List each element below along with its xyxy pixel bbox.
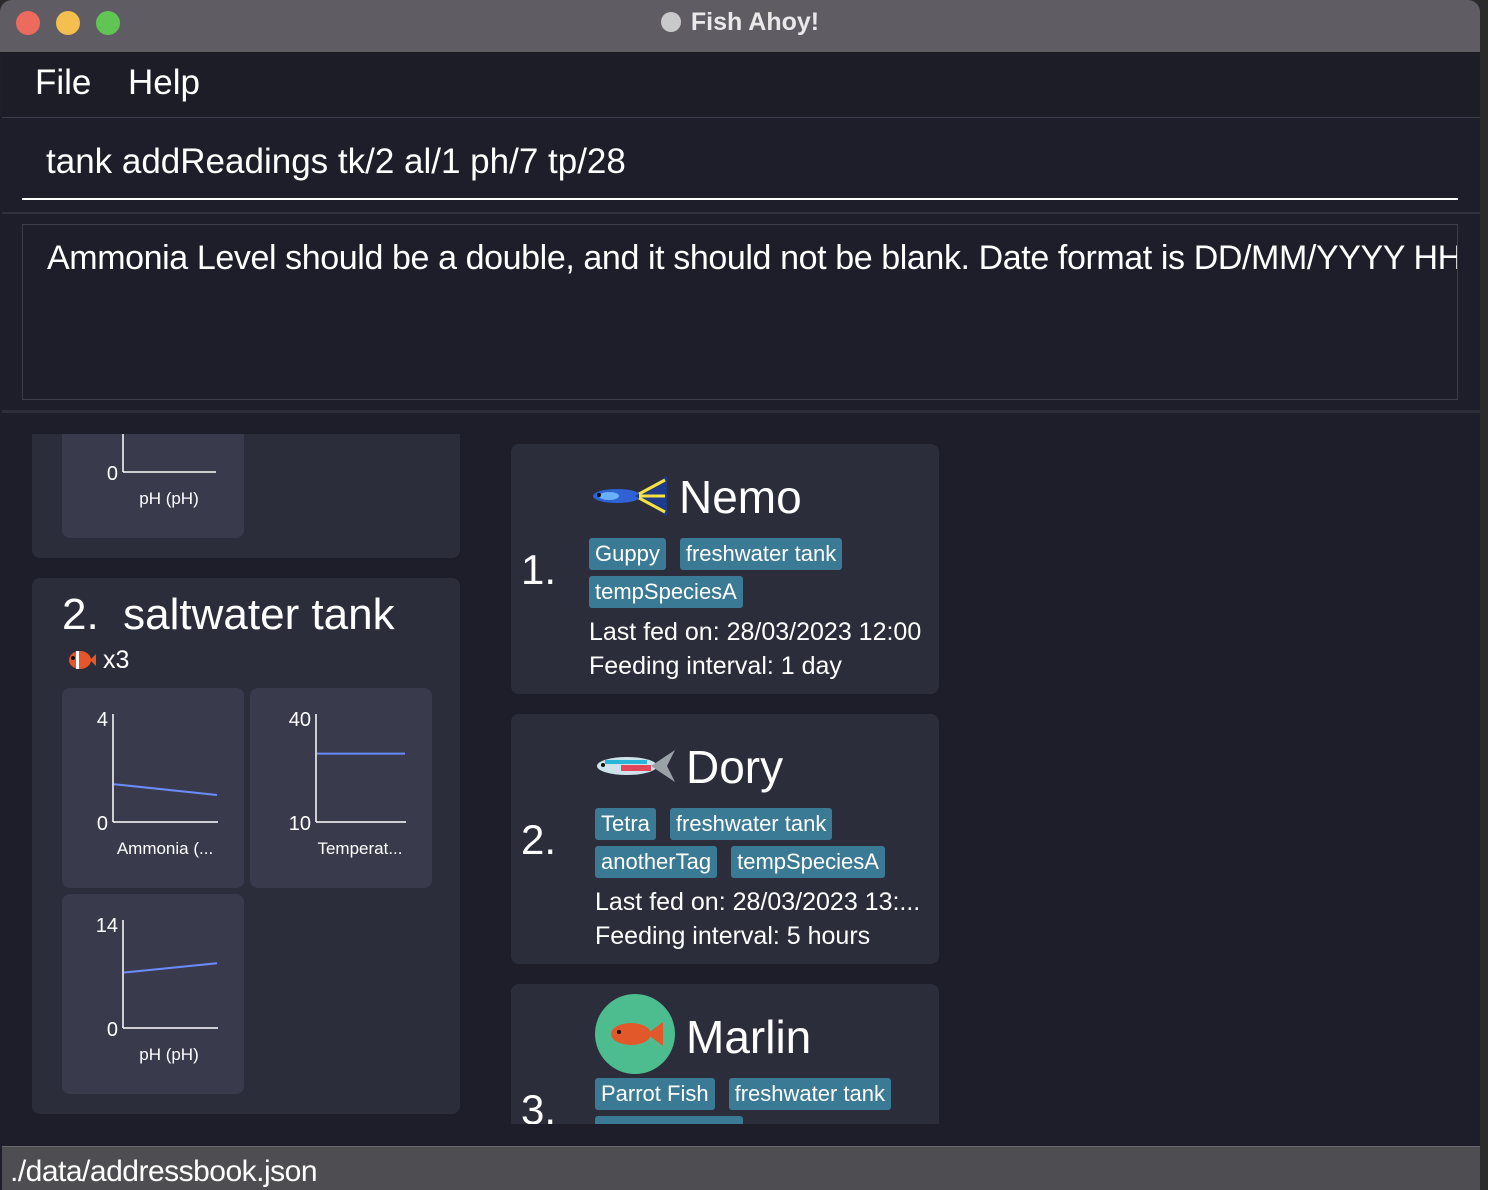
status-bar: ./data/addressbook.json bbox=[2, 1146, 1480, 1190]
tag-row: Parrot Fish freshwater tank bbox=[595, 1078, 891, 1110]
result-message: Ammonia Level should be a double, and it… bbox=[47, 239, 1458, 277]
chart-label: Ammonia (... bbox=[117, 839, 213, 858]
ph-chart: 14 0 pH (pH) bbox=[96, 915, 218, 1064]
y-tick-max: 4 bbox=[97, 709, 108, 731]
fish-index: 3. bbox=[521, 1086, 557, 1124]
fish-card[interactable]: 2. Dory Tetra freshwater tank anotherTag… bbox=[511, 714, 939, 964]
last-fed-text: Last fed on: 28/03/2023 12:00 bbox=[589, 618, 922, 646]
chart-label: pH (pH) bbox=[139, 1045, 199, 1064]
y-tick-min: 0 bbox=[97, 813, 108, 835]
divider bbox=[2, 212, 1480, 214]
y-tick-max: 40 bbox=[289, 709, 311, 731]
app-window: Fish Ahoy! File Help tank addReadings tk… bbox=[0, 0, 1480, 1190]
feeding-interval-text: Feeding interval: 5 hours bbox=[595, 922, 871, 950]
y-tick-min: 0 bbox=[107, 463, 118, 485]
title-bar: Fish Ahoy! bbox=[0, 0, 1480, 53]
tag bbox=[595, 1116, 743, 1124]
tank-index: 2. bbox=[62, 590, 99, 639]
series-line bbox=[113, 783, 218, 796]
command-input[interactable]: tank addReadings tk/2 al/1 ph/7 tp/28 bbox=[22, 118, 1458, 200]
ph-chart: 0 pH (pH) bbox=[107, 434, 216, 508]
tag: tempSpeciesA bbox=[589, 576, 743, 608]
fish-name: Marlin bbox=[686, 1011, 812, 1063]
y-tick-max: 14 bbox=[96, 915, 118, 937]
tank-card[interactable]: 0 pH (pH) bbox=[32, 434, 460, 558]
parrot-fish-icon bbox=[595, 994, 675, 1074]
window-title: Fish Ahoy! bbox=[0, 8, 1480, 37]
fish-card[interactable]: 1. Nemo Guppy freshwater tank tempSpecie… bbox=[511, 444, 939, 694]
tag-row: tempSpeciesA bbox=[589, 576, 743, 608]
y-tick-min: 0 bbox=[107, 1019, 118, 1041]
tank-name: saltwater tank bbox=[123, 590, 395, 639]
tank-card[interactable]: 2. saltwater tank x3 4 0 Ammonia (... 40… bbox=[32, 578, 460, 1114]
app-icon bbox=[660, 12, 681, 32]
command-input-text: tank addReadings tk/2 al/1 ph/7 tp/28 bbox=[46, 142, 626, 181]
clownfish-icon bbox=[69, 651, 96, 669]
y-tick-min: 10 bbox=[289, 813, 311, 835]
temperature-chart-card: 40 10 Temperat... bbox=[250, 688, 432, 888]
ph-chart-card: 0 pH (pH) bbox=[62, 434, 244, 538]
background-window-edge bbox=[1480, 0, 1488, 1190]
data-file-path: ./data/addressbook.json bbox=[10, 1155, 318, 1188]
fish-index: 1. bbox=[521, 546, 557, 593]
fish-count: x3 bbox=[66, 646, 129, 675]
tank-tag: freshwater tank bbox=[679, 538, 843, 570]
temperature-chart: 40 10 Temperat... bbox=[289, 709, 406, 858]
chart-label: pH (pH) bbox=[139, 489, 199, 508]
tetra-fish-icon bbox=[597, 750, 675, 782]
tank-tag: freshwater tank bbox=[669, 808, 833, 840]
fish-name: Dory bbox=[686, 741, 784, 793]
menu-bar: File Help bbox=[2, 53, 1480, 118]
result-display[interactable]: Ammonia Level should be a double, and it… bbox=[22, 224, 1458, 400]
tag-row: Guppy freshwater tank bbox=[589, 538, 843, 570]
fish-index: 2. bbox=[521, 816, 557, 863]
ammonia-chart-card: 4 0 Ammonia (... bbox=[62, 688, 244, 888]
tag-row: Tetra freshwater tank bbox=[595, 808, 833, 840]
guppy-fish-icon bbox=[593, 476, 667, 516]
tag: anotherTag bbox=[595, 846, 718, 878]
tag: tempSpeciesA bbox=[731, 846, 885, 878]
fish-card[interactable]: 3. Marlin Parrot Fish freshwater tank bbox=[511, 984, 939, 1124]
tag-row: anotherTag tempSpeciesA bbox=[595, 846, 885, 878]
chart-label: Temperat... bbox=[317, 839, 402, 858]
species-tag: Tetra bbox=[595, 808, 656, 840]
species-tag: Guppy bbox=[589, 538, 666, 570]
fish-name: Nemo bbox=[679, 471, 802, 523]
menu-help[interactable]: Help bbox=[128, 63, 200, 103]
tank-list-panel[interactable]: 0 pH (pH) 2. saltwater tank x3 4 0 Ammon… bbox=[32, 434, 462, 1124]
window-title-text: Fish Ahoy! bbox=[690, 8, 820, 36]
feeding-interval-text: Feeding interval: 1 day bbox=[589, 652, 842, 680]
last-fed-text: Last fed on: 28/03/2023 13:... bbox=[595, 888, 921, 916]
tank-tag: freshwater tank bbox=[728, 1078, 891, 1110]
divider bbox=[2, 410, 1480, 413]
tank-title: 2. saltwater tank bbox=[62, 590, 395, 640]
menu-file[interactable]: File bbox=[35, 63, 91, 103]
fish-list-panel[interactable]: 1. Nemo Guppy freshwater tank tempSpecie… bbox=[510, 434, 942, 1124]
ph-chart-card: 14 0 pH (pH) bbox=[62, 894, 244, 1094]
species-tag: Parrot Fish bbox=[595, 1078, 715, 1110]
series-line bbox=[123, 962, 218, 974]
ammonia-chart: 4 0 Ammonia (... bbox=[97, 709, 218, 858]
fish-count-text: x3 bbox=[102, 646, 130, 674]
